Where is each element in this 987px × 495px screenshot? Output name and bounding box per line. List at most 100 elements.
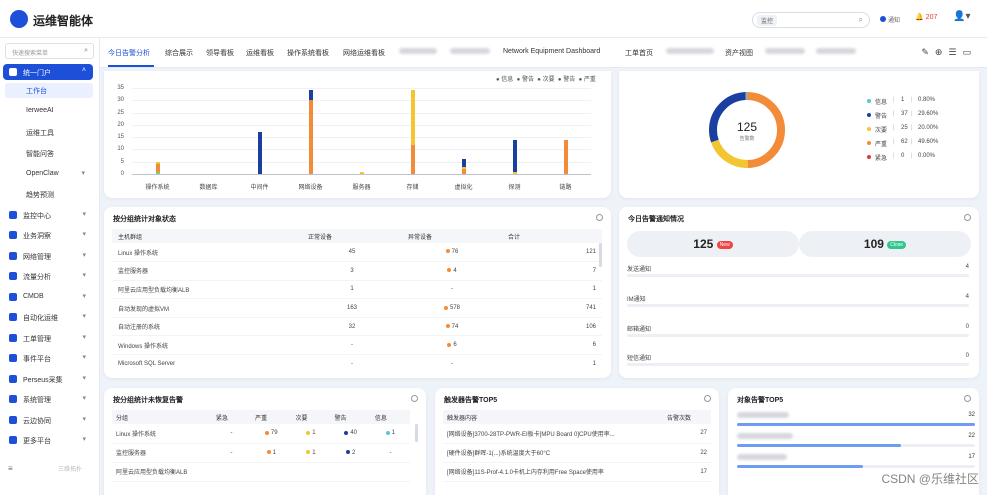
abnormal-count[interactable]: 578 [402, 298, 502, 318]
table-row[interactable]: 监控服务器 3 4 7 [112, 261, 602, 281]
bar-segment[interactable] [512, 139, 517, 172]
search-icon[interactable]: ⌕ [859, 15, 863, 25]
sidebar-item-automation[interactable]: 自动化运维 ▾ [3, 309, 93, 325]
table-row[interactable]: [硬件设备]群晖-1(...)系统温度大于60°C 22 [443, 443, 711, 463]
table-scrollbar[interactable] [599, 243, 602, 267]
refresh-icon[interactable] [411, 395, 418, 402]
refresh-icon[interactable] [596, 214, 603, 221]
sidebar-item-monitor[interactable]: 监控中心 ▾ [3, 207, 93, 223]
bar-segment[interactable] [410, 90, 415, 145]
edit-icon[interactable]: ✎ [921, 47, 935, 57]
table-row[interactable]: Linux 操作系统 - 79 1 40 1 [112, 424, 410, 444]
abnormal-count[interactable]: 4 [402, 261, 502, 281]
trigger-count[interactable]: 27 [663, 424, 711, 444]
tab-leader[interactable]: 领导看板 [206, 48, 234, 58]
search-icon[interactable]: ⌕ [84, 47, 88, 55]
bar-segment[interactable] [155, 161, 160, 165]
alarm-button[interactable]: 🔔 207 [915, 13, 937, 21]
collapse-menu-icon[interactable]: ≡ [8, 464, 13, 473]
tab-today-alarm[interactable]: 今日告警分析 [108, 48, 150, 58]
add-icon[interactable]: ⊕ [935, 47, 949, 57]
sidebar-item-event[interactable]: 事件平台 ▾ [3, 350, 93, 366]
sidebar-item-more[interactable]: 更多平台 ▾ [3, 432, 93, 448]
tab-hidden-3[interactable] [666, 48, 714, 55]
bar-segment[interactable] [461, 166, 466, 170]
severe-count[interactable]: 79 [251, 424, 292, 444]
trigger-count[interactable]: 17 [663, 462, 711, 482]
trigger-count[interactable]: 22 [663, 443, 711, 463]
sidebar-item-ticket[interactable]: 工单管理 ▾ [3, 330, 93, 346]
table-row[interactable]: Microsoft SQL Server - -1 [112, 354, 602, 371]
sidebar-item-cloud[interactable]: 云边协同 ▾ [3, 412, 93, 428]
sidebar-item-cmdb[interactable]: CMDB ▾ [3, 289, 93, 305]
table-row[interactable]: 自动注册的系统 32 74 106 [112, 317, 602, 337]
sidebar-sub-ai[interactable]: IerweeAI [26, 104, 93, 119]
table-row[interactable]: 阿里云应用型负载均衡ALB 1-1 [112, 280, 602, 300]
tab-network-equipment[interactable]: Network Equipment Dashboard [503, 48, 600, 55]
refresh-icon[interactable] [964, 395, 971, 402]
tab-ops[interactable]: 运维看板 [246, 48, 274, 58]
topology-link[interactable]: 三维拓扑 [58, 464, 82, 473]
bar-segment[interactable] [563, 139, 568, 174]
sidebar-sub-forecast[interactable]: 趋势预测 [26, 187, 93, 202]
minor-count[interactable]: 1 [291, 443, 331, 463]
search-scope-select[interactable]: 监控 [757, 15, 778, 26]
table-row[interactable]: 监控服务器 - 1 1 2 - [112, 443, 410, 463]
info-count[interactable]: 1 [370, 424, 410, 444]
sidebar-item-network[interactable]: 网络管理 ▾ [3, 248, 93, 264]
sidebar-sub-workbench[interactable]: 工作台 [5, 83, 93, 98]
bar-segment[interactable] [410, 144, 415, 174]
sidebar-item-insight[interactable]: 业务洞察 ▾ [3, 227, 93, 243]
abnormal-count[interactable]: 74 [402, 317, 502, 337]
severe-count[interactable]: 1 [251, 443, 292, 463]
sidebar-item-portal[interactable]: 统一门户 ˄ [3, 64, 93, 80]
refresh-icon[interactable] [964, 214, 971, 221]
sidebar-item-collect[interactable]: Perseus采集 ▾ [3, 371, 93, 387]
object-row[interactable]: 17 [737, 454, 975, 468]
bar-segment[interactable] [359, 171, 364, 174]
table-row[interactable]: [网络设备]3700-28TP-PWR-EI板卡[MPU Board 0]CPU… [443, 424, 711, 444]
tab-ticket-home[interactable]: 工单首页 [625, 48, 653, 58]
bar-segment[interactable] [308, 90, 313, 101]
table-scrollbar[interactable] [415, 424, 418, 442]
sidebar-sub-tools[interactable]: 运维工具 [26, 125, 93, 140]
tab-hidden-2[interactable] [450, 48, 490, 55]
warning-count[interactable]: 40 [330, 424, 371, 444]
warning-count[interactable]: 2 [330, 443, 371, 463]
object-row[interactable]: 22 [737, 433, 975, 447]
bar-segment[interactable] [155, 164, 160, 172]
notification-button[interactable]: 通知 [880, 15, 900, 24]
tab-asset-view[interactable]: 资产视图 [725, 48, 753, 58]
table-row[interactable]: Windows 操作系统 - 6 6 [112, 335, 602, 356]
bar-segment[interactable] [155, 171, 160, 174]
table-row[interactable]: 自动发现的虚拟VM 163 578 741 [112, 298, 602, 318]
tab-os[interactable]: 操作系统看板 [287, 48, 329, 58]
tab-netops[interactable]: 网络运维看板 [343, 48, 385, 58]
bar-segment[interactable] [308, 100, 313, 174]
minor-count[interactable]: 1 [291, 424, 331, 444]
object-row[interactable]: 32 [737, 412, 975, 426]
table-row[interactable]: 阿里云应用型负载均衡ALB [112, 462, 410, 482]
tab-hidden-4[interactable] [765, 48, 805, 55]
abnormal-count[interactable]: 76 [402, 243, 502, 263]
sidebar-item-system[interactable]: 系统管理 ▾ [3, 391, 93, 407]
global-search-input[interactable]: 监控 ⌕ [752, 12, 870, 28]
menu-search-input[interactable]: 快速搜索菜单 ⌕ [5, 43, 94, 59]
abnormal-count[interactable]: 6 [402, 335, 502, 356]
table-row[interactable]: [网络设备]11S-Prof-4.1.0卡机上内存利用Free Space使用率… [443, 462, 711, 482]
refresh-icon[interactable] [704, 395, 711, 402]
user-avatar-icon[interactable]: 👤▾ [953, 11, 970, 22]
tab-hidden-1[interactable] [399, 48, 437, 55]
sidebar-sub-qa[interactable]: 智能问答 [26, 146, 93, 161]
bar-segment[interactable] [461, 169, 466, 174]
sidebar-item-traffic[interactable]: 流量分析 ▾ [3, 268, 93, 284]
list-icon[interactable]: ☰ [948, 47, 962, 57]
tab-overview[interactable]: 综合展示 [165, 48, 193, 58]
bar-segment[interactable] [512, 171, 517, 174]
tab-hidden-5[interactable] [816, 48, 856, 55]
sidebar-sub-openclaw[interactable]: OpenClaw ▾ [26, 167, 93, 182]
screen-icon[interactable]: ▭ [962, 47, 977, 57]
table-row[interactable]: Linux 操作系统 45 76 121 [112, 243, 602, 263]
bar-segment[interactable] [461, 159, 466, 167]
bar-segment[interactable] [257, 132, 262, 174]
